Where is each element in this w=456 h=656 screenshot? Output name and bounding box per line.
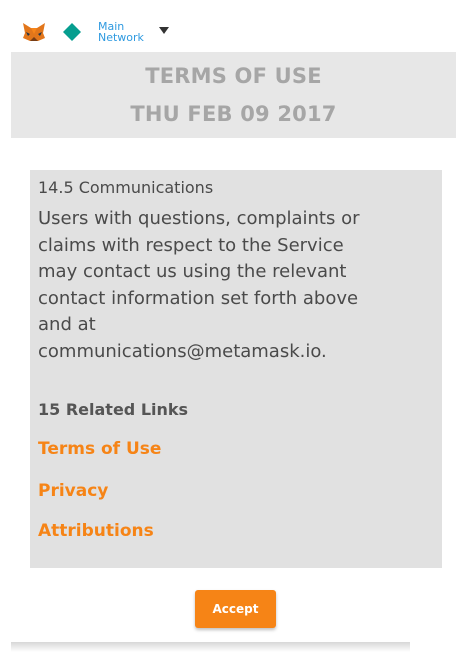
network-label-line2: Network xyxy=(98,31,144,44)
terms-date: THU FEB 09 2017 xyxy=(130,102,337,126)
terms-of-use-link[interactable]: Terms of Use xyxy=(38,439,161,459)
terms-body-text: Users with questions, complaints or clai… xyxy=(38,206,434,365)
body-line: contact information set forth above xyxy=(38,287,359,309)
body-line: and at xyxy=(38,314,96,335)
network-selector[interactable]: Main Network xyxy=(98,21,144,43)
attributions-link[interactable]: Attributions xyxy=(38,521,154,541)
page-title: TERMS OF USE xyxy=(145,64,322,88)
network-diamond-icon[interactable] xyxy=(62,22,82,42)
body-line: Users with questions, complaints or xyxy=(38,208,360,229)
top-bar: Main Network xyxy=(0,0,456,52)
terms-of-use-screen: Main Network TERMS OF USE THU FEB 09 201… xyxy=(0,0,456,656)
metamask-fox-icon[interactable] xyxy=(22,22,46,42)
page-header: TERMS OF USE THU FEB 09 2017 xyxy=(11,52,456,138)
accept-button[interactable]: Accept xyxy=(195,590,276,628)
section-heading: 14.5 Communications xyxy=(38,178,214,197)
caret-down-icon[interactable] xyxy=(159,27,169,35)
body-line: communications@metamask.io. xyxy=(38,340,327,362)
privacy-link[interactable]: Privacy xyxy=(38,481,108,501)
body-line: claims with respect to the Service xyxy=(38,234,344,256)
bottom-divider xyxy=(11,642,410,652)
terms-content-panel[interactable]: 14.5 Communications Users with questions… xyxy=(30,170,442,568)
related-links-heading: 15 Related Links xyxy=(38,400,189,419)
body-line: may contact us using the relevant xyxy=(38,261,347,282)
